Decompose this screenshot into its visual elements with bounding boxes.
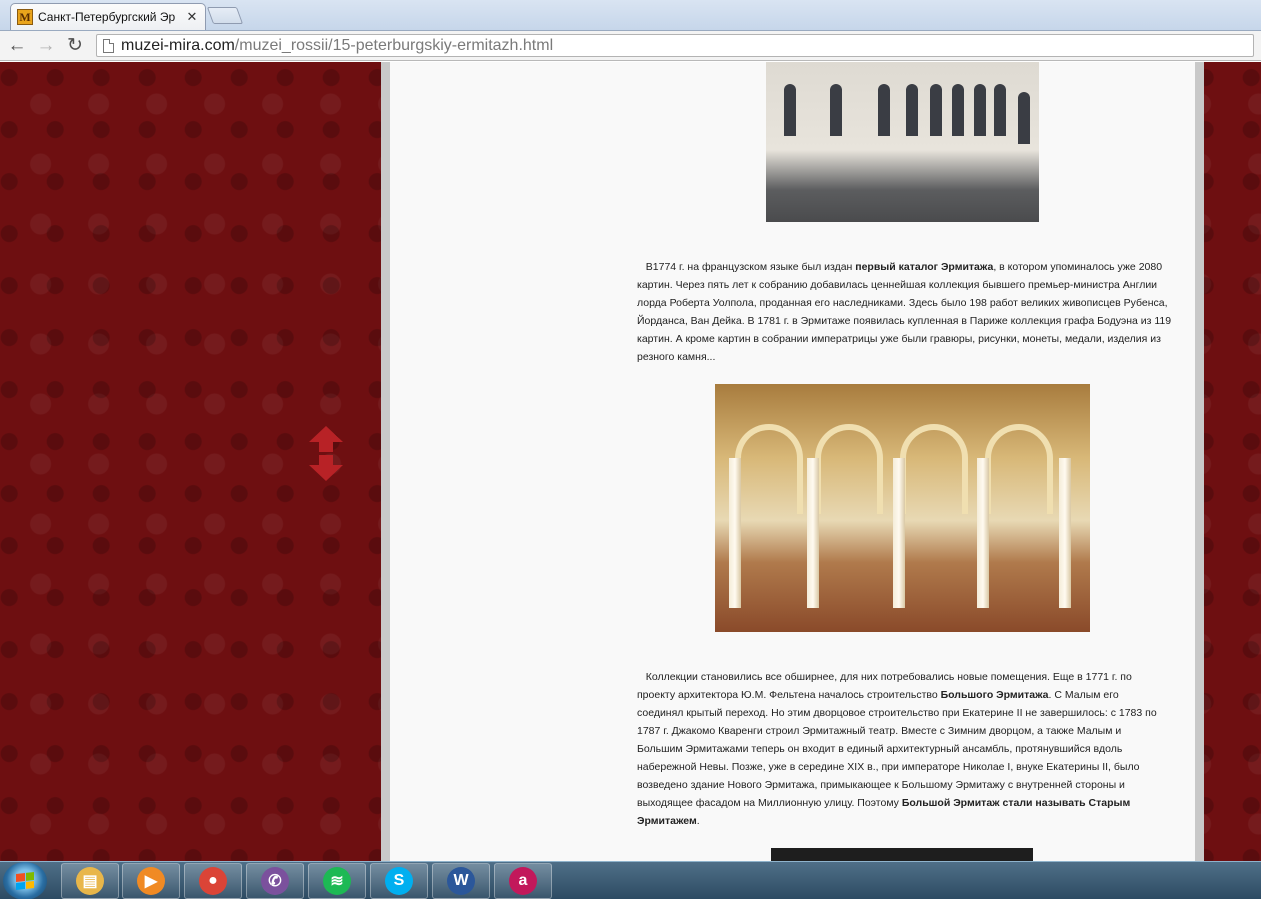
taskbar-viber-button[interactable]: ✆ [246, 863, 304, 899]
forward-icon[interactable]: → [35, 35, 57, 57]
browser-toolbar: ← → ↻ muzei-mira.com/muzei_rossii/15-pet… [0, 31, 1261, 61]
tab-strip: M Санкт-Петербургский Эр ✕ [0, 0, 1261, 31]
taskbar-skype-button[interactable]: S [370, 863, 428, 899]
media-player-icon: ▶ [137, 867, 165, 895]
taskbar-explorer-button[interactable]: ▤ [61, 863, 119, 899]
url-text[interactable]: muzei-mira.com/muzei_rossii/15-peterburg… [121, 37, 553, 55]
url-domain: muzei-mira.com [121, 36, 235, 54]
back-icon[interactable]: ← [6, 35, 28, 57]
skype-icon: S [385, 867, 413, 895]
url-path: /muzei_rossii/15-peterburgskiy-ermitazh.… [234, 36, 554, 54]
reload-icon[interactable]: ↻ [64, 35, 86, 57]
windows-taskbar: ▤ ▶ ● ✆ ≋ S Wa [0, 861, 1261, 899]
scroll-arrows[interactable] [309, 426, 343, 481]
scroll-down-stem [319, 455, 333, 465]
viber-icon: ✆ [261, 867, 289, 895]
chrome-icon: ● [199, 867, 227, 895]
taskbar-app-button[interactable]: a [494, 863, 552, 899]
taskbar-chrome-button[interactable]: ● [184, 863, 242, 899]
scroll-up-stem [319, 442, 333, 452]
taskbar-word-button[interactable]: W [432, 863, 490, 899]
hermitage-building-image [766, 62, 1039, 222]
start-button[interactable] [3, 862, 47, 899]
taskbar-media-player-button[interactable]: ▶ [122, 863, 180, 899]
article-paragraph-2: Коллекции становились все обширнее, для … [637, 671, 1157, 827]
app-icon: a [509, 867, 537, 895]
next-image-partial [771, 848, 1033, 861]
page-icon [103, 38, 114, 53]
article-paragraph-1: В1774 г. на французском языке был издан … [637, 261, 1172, 363]
address-bar[interactable]: muzei-mira.com/muzei_rossii/15-peterburg… [96, 34, 1254, 57]
pavilion-hall-painting [715, 384, 1090, 632]
article-column: В1774 г. на французском языке был издан … [381, 62, 1204, 861]
taskbar-spotify-button[interactable]: ≋ [308, 863, 366, 899]
word-icon: W [447, 867, 475, 895]
tab-title: Санкт-Петербургский Эр [38, 10, 176, 24]
browser-tab[interactable]: M Санкт-Петербургский Эр ✕ [10, 3, 206, 30]
new-tab-button[interactable] [206, 7, 244, 24]
spotify-icon: ≋ [323, 867, 351, 895]
site-favicon-icon: M [17, 9, 33, 25]
explorer-icon: ▤ [76, 867, 104, 895]
scroll-down-icon[interactable] [309, 465, 343, 481]
scroll-up-icon[interactable] [309, 426, 343, 442]
windows-logo-icon [16, 872, 34, 890]
close-tab-icon[interactable]: ✕ [185, 9, 199, 25]
page-viewport[interactable]: В1774 г. на французском языке был издан … [0, 62, 1261, 861]
